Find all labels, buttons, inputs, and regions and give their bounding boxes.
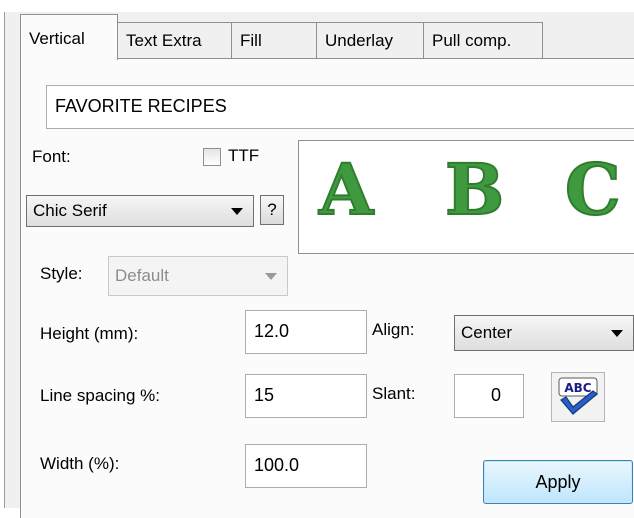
text-input[interactable]: FAVORITE RECIPES <box>46 85 634 129</box>
svg-text:ABC: ABC <box>564 381 591 395</box>
ttf-checkbox[interactable] <box>203 148 221 166</box>
align-dropdown[interactable]: Center <box>454 315 634 351</box>
width-input[interactable]: 100.0 <box>245 444 367 488</box>
tab-pull-comp[interactable]: Pull comp. <box>423 22 543 58</box>
top-strip <box>0 0 634 12</box>
font-dropdown[interactable]: Chic Serif <box>26 195 254 227</box>
left-edge <box>0 12 5 508</box>
style-label: Style: <box>40 264 83 283</box>
tab-label: Text Extra <box>126 31 202 50</box>
tab-fill[interactable]: Fill <box>231 22 317 58</box>
align-dropdown-value: Center <box>461 323 513 342</box>
tab-label: Vertical <box>29 29 85 48</box>
font-label: Font: <box>32 147 71 166</box>
line-spacing-label: Line spacing %: <box>40 386 161 405</box>
tab-label: Pull comp. <box>432 31 512 50</box>
chevron-down-icon <box>611 330 623 337</box>
ttf-label: TTF <box>228 146 260 165</box>
slant-input[interactable]: 0 <box>454 374 524 418</box>
preview-letter-a: A <box>318 148 374 231</box>
preview-letter-b: B <box>444 148 505 231</box>
chevron-down-icon <box>231 208 243 215</box>
width-label: Width (%): <box>40 454 120 473</box>
spell-check-icon: ABC <box>558 377 598 415</box>
apply-button[interactable]: Apply <box>483 460 633 504</box>
text-input-value: FAVORITE RECIPES <box>55 96 227 116</box>
width-value: 100.0 <box>254 455 300 475</box>
tab-underlay[interactable]: Underlay <box>316 22 424 58</box>
line-spacing-value: 15 <box>254 385 275 405</box>
slant-value: 0 <box>490 385 501 405</box>
tab-label: Fill <box>240 31 262 50</box>
height-label: Height (mm): <box>40 324 139 343</box>
font-dropdown-value: Chic Serif <box>33 201 107 220</box>
height-value: 12.0 <box>254 321 290 341</box>
tab-label: Underlay <box>325 31 394 50</box>
preview-letter-c: C <box>564 148 622 231</box>
spell-check-button[interactable]: ABC <box>551 372 605 422</box>
apply-button-label: Apply <box>535 472 581 492</box>
tab-vertical[interactable]: Vertical <box>20 14 118 60</box>
align-label: Align: <box>372 320 415 339</box>
font-help-button[interactable]: ? <box>260 195 284 225</box>
slant-label: Slant: <box>372 384 416 403</box>
style-dropdown-value: Default <box>115 266 169 285</box>
style-dropdown[interactable]: Default <box>108 256 288 296</box>
font-preview: A B C <box>298 140 634 254</box>
height-input[interactable]: 12.0 <box>245 310 367 354</box>
line-spacing-input[interactable]: 15 <box>245 374 367 418</box>
chevron-down-icon <box>265 273 277 280</box>
help-icon: ? <box>267 200 277 219</box>
tab-text-extra[interactable]: Text Extra <box>117 22 232 58</box>
